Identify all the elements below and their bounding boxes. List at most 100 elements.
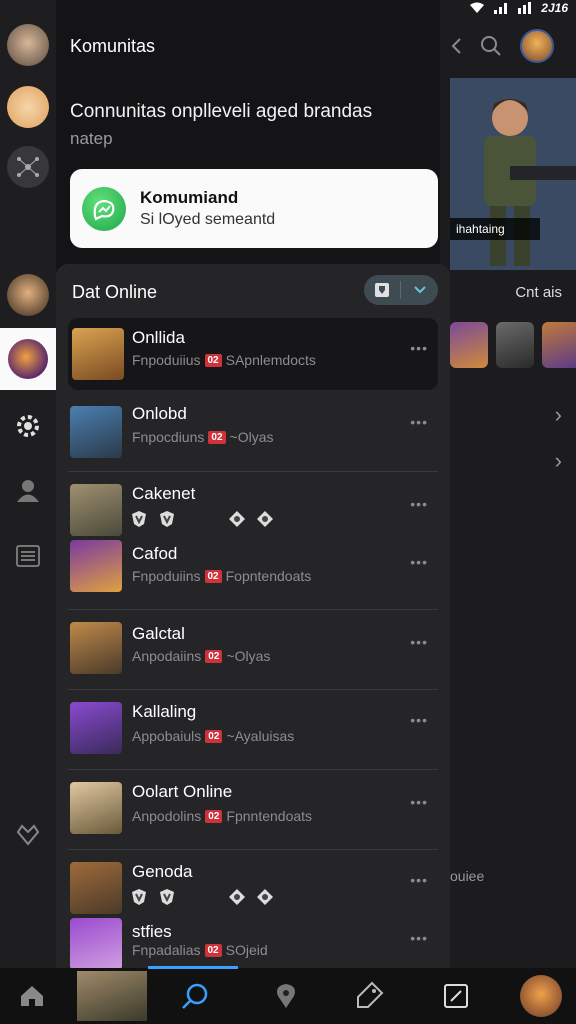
item-meta: Appobaiuls 02 ~Ayaluisas bbox=[132, 728, 294, 744]
rail-avatar-hero[interactable] bbox=[7, 274, 49, 316]
left-rail bbox=[0, 0, 56, 968]
emblem-icon bbox=[229, 511, 245, 527]
signal-icon-2 bbox=[518, 2, 532, 14]
hero-banner[interactable]: ihahtaing bbox=[450, 78, 576, 270]
item-meta: Anpodaiins 02 ~Olyas bbox=[132, 648, 270, 664]
avatar bbox=[70, 918, 122, 970]
background-more-text: ouiee bbox=[450, 868, 485, 884]
shield-group bbox=[130, 888, 274, 906]
item-name: Cakenet bbox=[132, 484, 196, 503]
rail-network[interactable] bbox=[7, 146, 49, 188]
more-options-icon[interactable]: ••• bbox=[410, 930, 428, 946]
item-meta-right: ~Ayaluisas bbox=[226, 728, 295, 744]
page-subtitle: Connunitas onplleveli aged brandas bbox=[70, 101, 373, 122]
avatar bbox=[70, 702, 122, 754]
list-item[interactable]: Cafod Fnpoduiins 02 Fopntendoats ••• bbox=[68, 536, 438, 610]
nav-avatar[interactable] bbox=[76, 968, 148, 1024]
more-options-icon[interactable]: ••• bbox=[410, 340, 428, 356]
status-bar: 2J16 bbox=[469, 0, 568, 16]
background-avatar[interactable] bbox=[520, 29, 554, 63]
item-meta-left: Anpodaiins bbox=[132, 648, 202, 664]
status-badge: 02 bbox=[205, 729, 223, 743]
emblem-icon bbox=[257, 511, 273, 527]
leaf-icon[interactable] bbox=[14, 820, 42, 848]
status-badge: 02 bbox=[204, 353, 222, 367]
filter-button[interactable] bbox=[364, 275, 400, 305]
list-item[interactable]: Galctal Anpodaiins 02 ~Olyas ••• bbox=[68, 610, 438, 690]
nav-search[interactable] bbox=[170, 968, 220, 1024]
home-icon bbox=[21, 986, 43, 1006]
list-item[interactable]: Onllida Fnpoduiius 02 SApnlemdocts ••• bbox=[68, 318, 438, 390]
item-meta-left: Fnpocdiuns bbox=[132, 429, 205, 445]
thumbnail[interactable] bbox=[542, 322, 576, 368]
status-badge: 02 bbox=[208, 430, 226, 444]
item-meta-right: Fopntendoats bbox=[225, 568, 312, 584]
hero-soldier-image bbox=[450, 78, 576, 270]
online-panel: Dat Online Onllida Fnpoduiius 02 SApnlem… bbox=[56, 264, 450, 974]
bottom-nav bbox=[0, 968, 576, 1024]
avatar bbox=[70, 862, 122, 914]
more-options-icon[interactable]: ••• bbox=[410, 872, 428, 888]
chevron-down-icon bbox=[413, 286, 426, 294]
item-meta-left: Appobaiuls bbox=[132, 728, 202, 744]
more-options-icon[interactable]: ••• bbox=[410, 496, 428, 512]
thumbnail[interactable] bbox=[496, 322, 534, 368]
item-meta-right: ~Olyas bbox=[229, 429, 274, 445]
network-icon bbox=[17, 157, 39, 177]
list-item[interactable]: Genoda ••• bbox=[68, 852, 438, 914]
status-badge: 02 bbox=[205, 649, 223, 663]
chevron-right-icon[interactable]: › bbox=[555, 402, 562, 428]
panel-filter-toggle[interactable] bbox=[364, 275, 438, 305]
list-item[interactable]: Cakenet ••• bbox=[68, 474, 438, 536]
more-options-icon[interactable]: ••• bbox=[410, 414, 428, 430]
more-options-icon[interactable]: ••• bbox=[410, 634, 428, 650]
notification-title: Komumiand bbox=[140, 188, 239, 207]
item-meta-right: SApnlemdocts bbox=[225, 352, 316, 368]
settings-icon[interactable] bbox=[14, 412, 42, 440]
more-options-icon[interactable]: ••• bbox=[410, 712, 428, 728]
emblem-icon bbox=[257, 889, 273, 905]
list-item[interactable]: Oolart Online Anpodolins 02 Fpnntendoats… bbox=[68, 770, 438, 850]
tag-icon bbox=[357, 981, 384, 1008]
list-icon[interactable] bbox=[14, 542, 42, 570]
shield-icon bbox=[132, 889, 146, 905]
search-icon bbox=[182, 983, 208, 1009]
shield-icon bbox=[160, 511, 174, 527]
user-icon[interactable] bbox=[14, 476, 42, 504]
notification-card[interactable]: Komumiand Si lOyed semeantd bbox=[70, 169, 438, 248]
hero-caption: ihahtaing bbox=[450, 218, 540, 240]
nav-edit[interactable] bbox=[432, 968, 480, 1024]
item-meta: Fnpocdiuns 02 ~Olyas bbox=[132, 429, 273, 445]
rail-avatar-profile[interactable] bbox=[7, 24, 49, 66]
rail-avatar-active[interactable] bbox=[0, 328, 56, 390]
panel-title: Dat Online bbox=[72, 282, 158, 302]
more-options-icon[interactable]: ••• bbox=[410, 554, 428, 570]
nav-home[interactable] bbox=[10, 968, 54, 1024]
list-item[interactable]: Kallaling Appobaiuls 02 ~Ayaluisas ••• bbox=[68, 690, 438, 770]
nav-tag[interactable] bbox=[344, 968, 394, 1024]
list-item[interactable]: stfies Fnpadalias 02 SOjeid ••• bbox=[68, 914, 438, 974]
rail-avatar-mask[interactable] bbox=[7, 86, 49, 128]
nav-profile[interactable] bbox=[516, 968, 566, 1024]
dropdown-button[interactable] bbox=[401, 275, 438, 305]
item-name: Kallaling bbox=[132, 702, 197, 721]
edit-icon bbox=[444, 984, 468, 1008]
item-meta: Fnpoduiius 02 SApnlemdocts bbox=[132, 352, 316, 368]
nav-avatar-image bbox=[77, 971, 147, 1021]
shield-icon bbox=[132, 511, 146, 527]
list-item[interactable]: Onlobd Fnpocdiuns 02 ~Olyas ••• bbox=[68, 392, 438, 472]
status-badge: 02 bbox=[204, 943, 222, 957]
avatar bbox=[70, 540, 122, 592]
more-options-icon[interactable]: ••• bbox=[410, 794, 428, 810]
avatar bbox=[70, 406, 122, 458]
nav-map[interactable] bbox=[262, 968, 310, 1024]
search-icon[interactable] bbox=[480, 35, 502, 57]
chevron-right-icon[interactable]: › bbox=[555, 448, 562, 474]
avatar bbox=[70, 782, 122, 834]
status-time: 2J16 bbox=[541, 1, 568, 15]
notification-text: Si lOyed semeantd bbox=[140, 211, 276, 228]
back-icon[interactable] bbox=[450, 37, 462, 55]
thumbnail[interactable] bbox=[450, 322, 488, 368]
signal-icon bbox=[494, 3, 508, 14]
status-badge: 02 bbox=[204, 569, 222, 583]
